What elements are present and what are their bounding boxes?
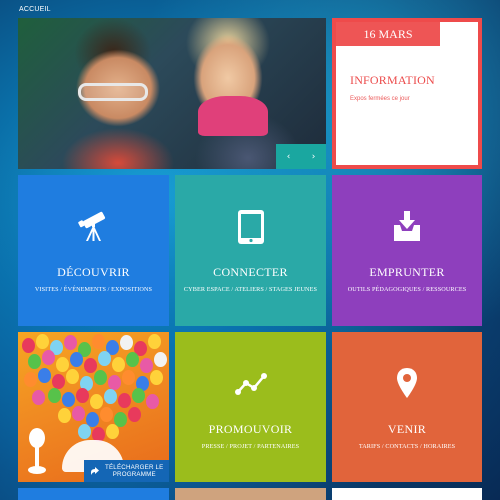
- telescope-icon: [18, 209, 169, 245]
- download-label-line2: PROGRAMME: [112, 471, 156, 478]
- tile-promouvoir[interactable]: PROMOUVOIR PRESSE / PROJET / PARTENAIRES: [175, 332, 326, 482]
- breadcrumb-home[interactable]: ACCUEIL: [19, 6, 51, 13]
- download-label: TÉLÉCHARGER LE PROGRAMME: [105, 464, 164, 478]
- hero-photo-detail: [198, 96, 268, 136]
- tablet-icon: [175, 209, 326, 245]
- next-row-tile-photo[interactable]: [175, 488, 326, 500]
- tile-title: EMPRUNTER: [369, 265, 445, 279]
- next-row-tile-white[interactable]: [332, 488, 482, 500]
- tile-subtitle: CYBER ESPACE / ATELIERS / STAGES JEUNES: [183, 286, 318, 293]
- share-arrow-icon: [91, 467, 99, 475]
- next-row-tile-blue[interactable]: [18, 488, 169, 500]
- tile-subtitle: OUTILS PÉDAGOGIQUES / RESSOURCES: [347, 286, 467, 293]
- info-date: 16 MARS: [336, 22, 440, 46]
- map-pin-icon: [332, 366, 482, 402]
- slider-nav: ‹ ›: [276, 144, 326, 169]
- tile-subtitle: TARIFS / CONTACTS / HORAIRES: [358, 443, 456, 450]
- tile-title: CONNECTER: [213, 265, 288, 279]
- tile-decouvrir[interactable]: DÉCOUVRIR VISITES / ÉVÉNEMENTS / EXPOSIT…: [18, 175, 169, 326]
- tile-title: DÉCOUVRIR: [57, 265, 130, 279]
- slider-prev-button[interactable]: ‹: [276, 144, 301, 169]
- download-label-line1: TÉLÉCHARGER LE: [105, 464, 164, 471]
- info-title: INFORMATION: [350, 73, 435, 87]
- tile-venir[interactable]: VENIR TARIFS / CONTACTS / HORAIRES: [332, 332, 482, 482]
- hero-photo-glasses: [78, 83, 148, 101]
- info-text: Expos fermées ce jour: [350, 96, 410, 102]
- spoon-illustration: [28, 428, 46, 474]
- download-programme-button[interactable]: TÉLÉCHARGER LE PROGRAMME: [84, 460, 169, 482]
- line-chart-icon: [175, 366, 326, 402]
- tile-subtitle: VISITES / ÉVÉNEMENTS / EXPOSITIONS: [34, 286, 153, 293]
- slider-next-button[interactable]: ›: [301, 144, 326, 169]
- hero-slider-image: ‹ ›: [18, 18, 326, 169]
- inbox-download-icon: [332, 209, 482, 245]
- tile-title: PROMOUVOIR: [208, 422, 293, 436]
- info-card[interactable]: 16 MARS INFORMATION Expos fermées ce jou…: [332, 18, 482, 169]
- tile-emprunter[interactable]: EMPRUNTER OUTILS PÉDAGOGIQUES / RESSOURC…: [332, 175, 482, 326]
- tile-subtitle: PRESSE / PROJET / PARTENAIRES: [201, 443, 300, 450]
- tile-title: VENIR: [387, 422, 427, 436]
- tile-connecter[interactable]: CONNECTER CYBER ESPACE / ATELIERS / STAG…: [175, 175, 326, 326]
